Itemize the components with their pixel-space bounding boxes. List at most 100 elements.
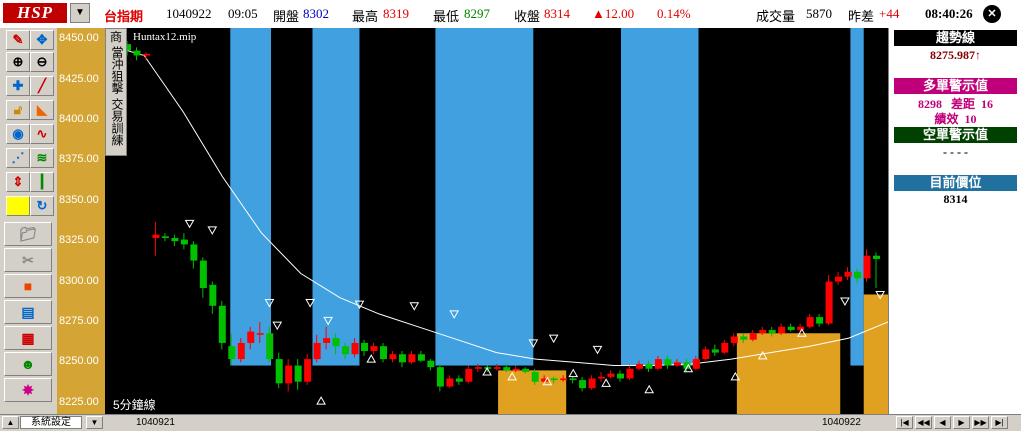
candle-body	[787, 326, 795, 331]
candle-body	[844, 271, 852, 277]
candle-body	[142, 53, 150, 56]
fan-icon[interactable]: ⋰	[6, 148, 30, 168]
candle-body	[342, 346, 350, 355]
candle-icon[interactable]: ┃	[30, 172, 54, 192]
stop-icon[interactable]: ■	[4, 274, 52, 298]
logo-dropdown-icon[interactable]: ▼	[70, 3, 90, 23]
forward-icon[interactable]: ▶▶	[972, 416, 989, 429]
candle-body	[361, 342, 369, 352]
target-icon[interactable]: ◉	[6, 124, 30, 144]
first-icon[interactable]: |◀	[896, 416, 913, 429]
zoom-out-icon[interactable]: ⊖	[30, 52, 54, 72]
candle-body	[152, 234, 160, 238]
candle-body	[285, 365, 293, 384]
candle-body	[664, 359, 672, 366]
price-chart[interactable]	[105, 28, 888, 414]
prev-icon[interactable]: ◀	[934, 416, 951, 429]
candle-body	[436, 367, 444, 387]
chart-icon[interactable]: ▤	[4, 300, 52, 324]
next-icon[interactable]: ▶	[953, 416, 970, 429]
burst-icon[interactable]: ✸	[4, 378, 52, 402]
scissors-icon[interactable]: ✂	[4, 248, 52, 272]
low-label: 最低	[433, 9, 460, 24]
candle-body	[816, 317, 824, 324]
y-tick-label: 8250.00	[59, 355, 99, 368]
line-draw-icon[interactable]: ╱	[30, 76, 54, 96]
y-tick-label: 8225.00	[59, 395, 99, 408]
menu-item-daytrade[interactable]: 當沖狙擊	[109, 46, 124, 94]
buy-marker	[601, 378, 611, 387]
candle-body	[579, 380, 587, 389]
candle-body	[598, 376, 606, 379]
candle-body	[806, 317, 814, 327]
sell-marker	[840, 297, 850, 306]
pencil-icon[interactable]: ✎	[6, 30, 30, 50]
user-icon[interactable]: ☻	[4, 352, 52, 376]
system-settings-button[interactable]: 系統設定	[20, 416, 82, 429]
diff-label: 昨差	[848, 9, 875, 24]
crosshair-icon[interactable]: ✚	[6, 76, 30, 96]
short-warning-label: 空單警示值	[894, 127, 1017, 143]
close-value: 8314	[544, 6, 570, 21]
quote-date: 1040922	[166, 6, 212, 21]
buy-marker	[644, 384, 655, 394]
buy-marker	[316, 396, 326, 405]
candle-body	[275, 359, 283, 384]
ruler-icon[interactable]: ◣	[30, 100, 54, 120]
candle-body	[797, 326, 805, 331]
zigzag-icon[interactable]: ≋	[30, 148, 54, 168]
y-tick-label: 8400.00	[59, 113, 99, 126]
long-diff-label: 差距	[950, 97, 975, 111]
candle-body	[313, 342, 321, 360]
grid-icon[interactable]: ▦	[4, 326, 52, 350]
left-toolbar: ✎ ✥ ⊕ ⊖ ✚ ╱ 🔓︎ ◣ ◉ ∿ ⋰ ≋ ⇕ ┃ ↻ 📁︎ ✂ ■ ▤ …	[0, 28, 57, 414]
zoom-in-icon[interactable]: ⊕	[6, 52, 30, 72]
menu-arrow-icon[interactable]: ▲	[2, 416, 19, 429]
last-icon[interactable]: ▶|	[991, 416, 1008, 429]
candle-body	[512, 368, 520, 371]
sell-marker	[184, 219, 195, 229]
menu-item-shang[interactable]: 商	[106, 31, 126, 44]
low-value: 8297	[464, 6, 490, 21]
candle-body	[266, 333, 274, 360]
position-value: 8314	[943, 192, 968, 206]
short-zone-band	[312, 28, 360, 366]
candle-body	[768, 330, 776, 334]
close-icon[interactable]: ✕	[983, 5, 1001, 23]
candle-body	[730, 336, 738, 343]
y-tick-label: 8425.00	[59, 72, 99, 85]
app-logo: HSP	[3, 3, 67, 23]
short-warning-value: - - - -	[943, 145, 968, 159]
candle-body	[209, 284, 217, 306]
up-down-icon[interactable]: ⇕	[6, 172, 30, 192]
wave-icon[interactable]: ∿	[30, 124, 54, 144]
candle-body	[607, 373, 615, 377]
candle-body	[427, 360, 435, 368]
long-zone-band	[863, 294, 888, 414]
dropdown-icon[interactable]: ▼	[86, 416, 103, 429]
quote-time: 09:05	[228, 6, 258, 21]
candle-body	[408, 354, 416, 363]
menu-item-training[interactable]: 交易訓練	[109, 98, 124, 146]
candle-body	[759, 330, 767, 334]
candle-body	[873, 255, 880, 259]
rewind-icon[interactable]: ◀◀	[915, 416, 932, 429]
lock-icon[interactable]: 🔓︎	[6, 100, 30, 120]
cross-cursor-icon[interactable]: ✥	[30, 30, 54, 50]
candle-body	[455, 378, 463, 382]
square-icon[interactable]	[6, 196, 30, 216]
y-tick-label: 8350.00	[59, 193, 99, 206]
y-tick-label: 8375.00	[59, 153, 99, 166]
candle-body	[673, 362, 681, 366]
symbol-name[interactable]: 台指期	[104, 6, 143, 25]
candlestick-chart	[105, 28, 888, 414]
refresh-icon[interactable]: ↻	[30, 196, 54, 216]
side-menu: 商 當沖狙擊 交易訓練	[105, 28, 127, 156]
folder-icon[interactable]: 📁︎	[4, 222, 52, 246]
high-value: 8319	[383, 6, 409, 21]
candle-body	[180, 239, 188, 245]
candle-body	[465, 368, 473, 382]
sell-marker	[548, 334, 559, 344]
open-value: 8302	[303, 6, 329, 21]
long-diff-value: 16	[981, 97, 993, 111]
